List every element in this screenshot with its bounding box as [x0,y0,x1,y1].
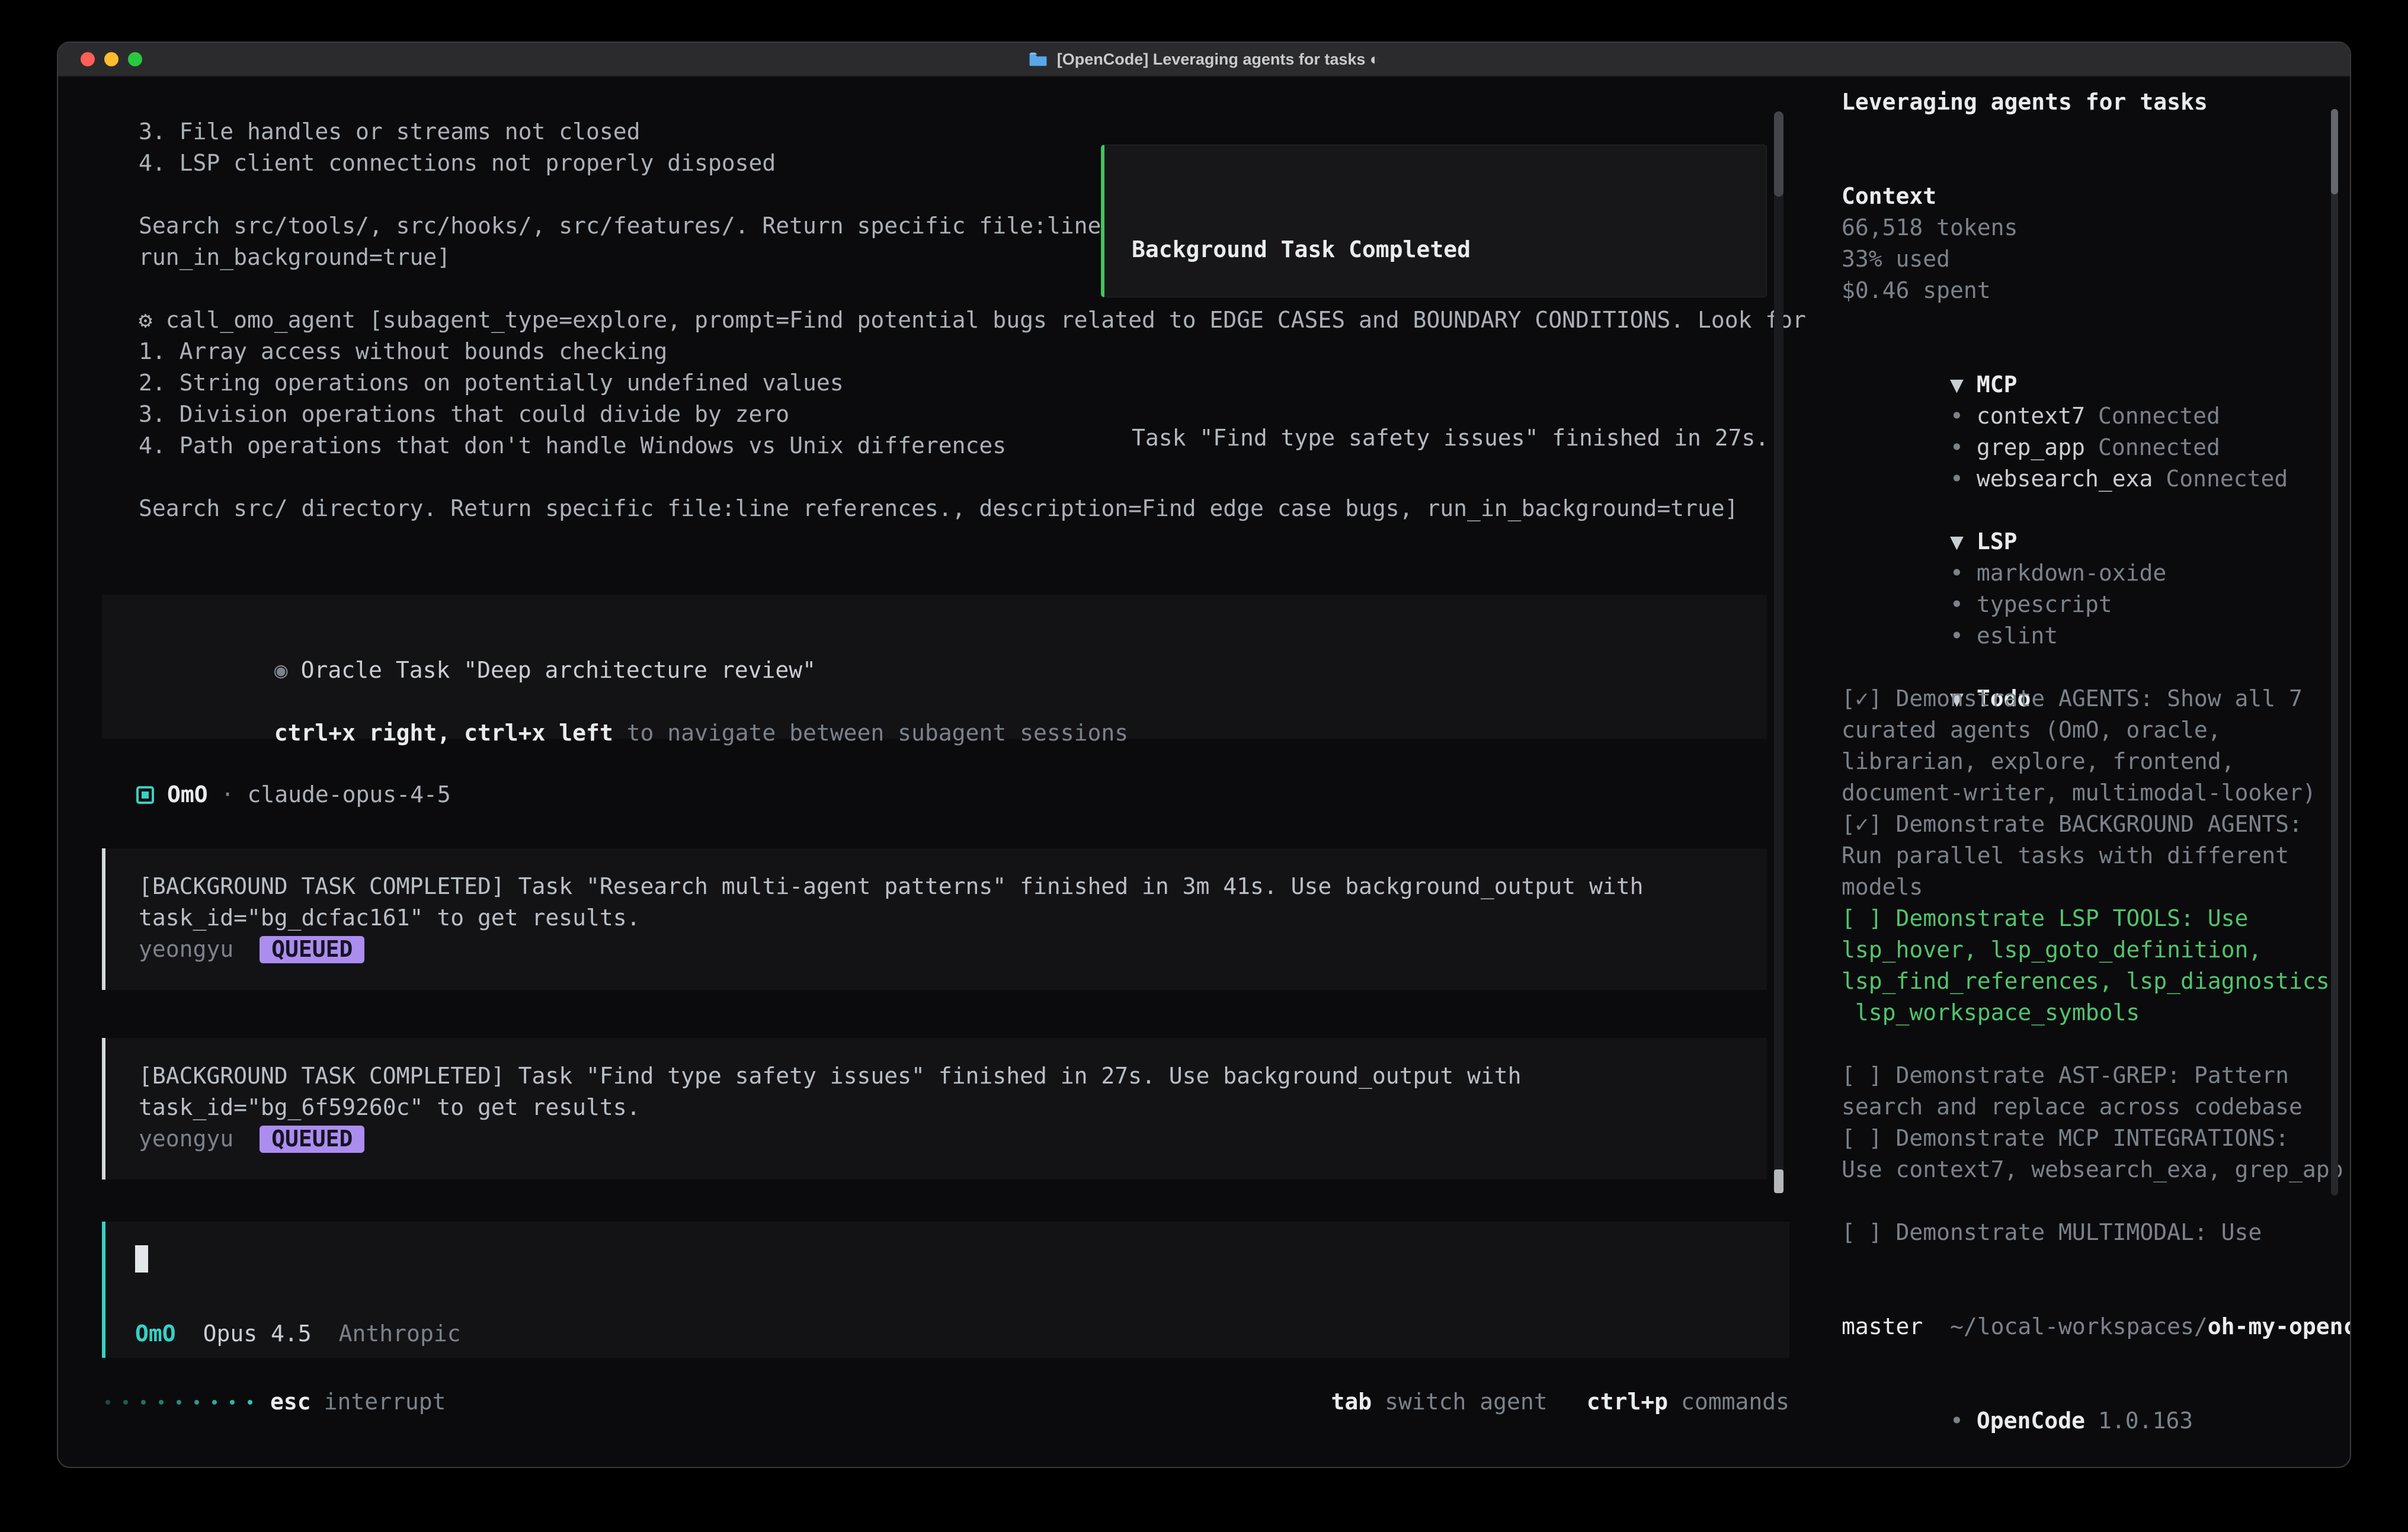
bullet-icon: • [1950,466,1964,492]
message-block: [BACKGROUND TASK COMPLETED] Task "Resear… [102,848,1767,990]
bullet-icon: • [1950,623,1964,649]
agent-name: OmO [167,779,208,810]
collapse-icon: ▼ [1950,371,1964,398]
message-text: [BACKGROUND TASK COMPLETED] Task "Resear… [139,871,1735,934]
message-text: [BACKGROUND TASK COMPLETED] Task "Find t… [139,1060,1735,1123]
context-used: 33% used [1842,243,2350,275]
workspace-path: ~/local-workspaces/oh-my-opencode: [1842,1280,2350,1311]
sidebar: Leveraging agents for tasks Context 66,5… [1824,77,2350,1467]
hint-text: to navigate between subagent sessions [613,720,1128,746]
bullet-icon: • [1950,591,1964,617]
bullet-icon: • [1950,560,1964,586]
context-heading: Context [1842,181,2350,212]
todo-item: [ ] Demonstrate LSP TOOLS: Use lsp_hover… [1842,903,2350,1028]
status-badge: QUEUED [260,1126,364,1153]
titlebar: [OpenCode] Leveraging agents for tasks ◐ [58,43,2350,77]
oracle-task-box: ◉Oracle Task "Deep architecture review" … [102,595,1767,739]
input-provider-name: Anthropic [339,1318,461,1350]
main-scrollbar-marker [1774,1169,1783,1193]
todo-item: [✓] Demonstrate BACKGROUND AGENTS: Run p… [1842,809,2350,903]
message-author: yeongyu [139,1123,233,1155]
message-author: yeongyu [139,934,233,965]
todo-item: [ ] Demonstrate AST-GREP: Pattern search… [1842,1060,2350,1123]
background-task-toast[interactable]: Background Task Completed Task "Find typ… [1101,145,1767,297]
zoom-button[interactable] [128,52,142,66]
separator-dot: · [221,779,235,810]
todo-item: [✓] Demonstrate AGENTS: Show all 7 curat… [1842,683,2350,809]
esc-key-hint: esc [270,1386,311,1418]
window-title-text: [OpenCode] Leveraging agents for tasks ◐ [1057,50,1379,69]
status-badge: QUEUED [260,936,364,963]
bullet-icon: • [1950,1408,1964,1434]
bullet-icon: • [1950,434,1964,460]
minimize-button[interactable] [104,52,119,66]
toast-title: Background Task Completed [1132,234,1766,265]
input-agent-name: OmO [135,1318,176,1350]
conversation-pane: 3. File handles or streams not closed 4.… [58,77,1824,1467]
terminal-window: [OpenCode] Leveraging agents for tasks ◐… [57,41,2351,1468]
close-button[interactable] [81,52,95,66]
agent-checkbox-icon [136,786,154,804]
hint-keys: ctrl+x right, ctrl+x left [274,720,613,746]
oracle-task-title: Oracle Task "Deep architecture review" [301,657,816,683]
esc-key-label: interrupt [324,1386,446,1418]
session-title: Leveraging agents for tasks [1842,86,2350,118]
window-title: [OpenCode] Leveraging agents for tasks ◐ [1029,50,1379,69]
agent-model: claude-opus-4-5 [248,779,451,810]
traffic-lights [81,52,142,66]
fisheye-icon: ◉ [274,657,288,683]
tab-key-hint: tab [1331,1386,1372,1418]
sidebar-scrollbar-thumb[interactable] [2331,109,2338,194]
input-model-name: Opus 4.5 [203,1318,312,1350]
folder-icon [1029,52,1048,67]
tab-key-label: switch agent [1385,1386,1548,1418]
message-block: [BACKGROUND TASK COMPLETED] Task "Find t… [102,1038,1767,1180]
context-tokens: 66,518 tokens [1842,212,2350,243]
main-scrollbar[interactable] [1774,111,1783,1193]
prompt-input[interactable]: OmO Opus 4.5 Anthropic [102,1222,1789,1358]
input-meta: OmO Opus 4.5 Anthropic [135,1318,1757,1350]
todo-item: [ ] Demonstrate MCP INTEGRATIONS: Use co… [1842,1123,2350,1185]
bullet-icon: • [1950,403,1964,429]
status-bar: esc interrupt tab switch agent ctrl+p co… [105,1386,1789,1418]
sidebar-scrollbar[interactable] [2331,109,2338,1196]
commands-key-hint: ctrl+p [1587,1386,1668,1418]
main-scrollbar-thumb[interactable] [1774,111,1783,197]
commands-key-label: commands [1681,1386,1789,1418]
mcp-section-header[interactable]: ▼MCP [1842,338,2350,369]
toast-body: Task "Find type safety issues" finished … [1132,422,1766,454]
text-cursor [135,1245,148,1273]
spinner-dots [105,1400,252,1405]
todo-item: [ ] Demonstrate MULTIMODAL: Use [1842,1217,2350,1248]
context-spent: $0.46 spent [1842,275,2350,306]
agent-header: OmO · claude-opus-4-5 [136,779,1824,810]
collapse-icon: ▼ [1950,528,1964,555]
version-row: •OpenCode1.0.163 [1842,1374,2350,1405]
